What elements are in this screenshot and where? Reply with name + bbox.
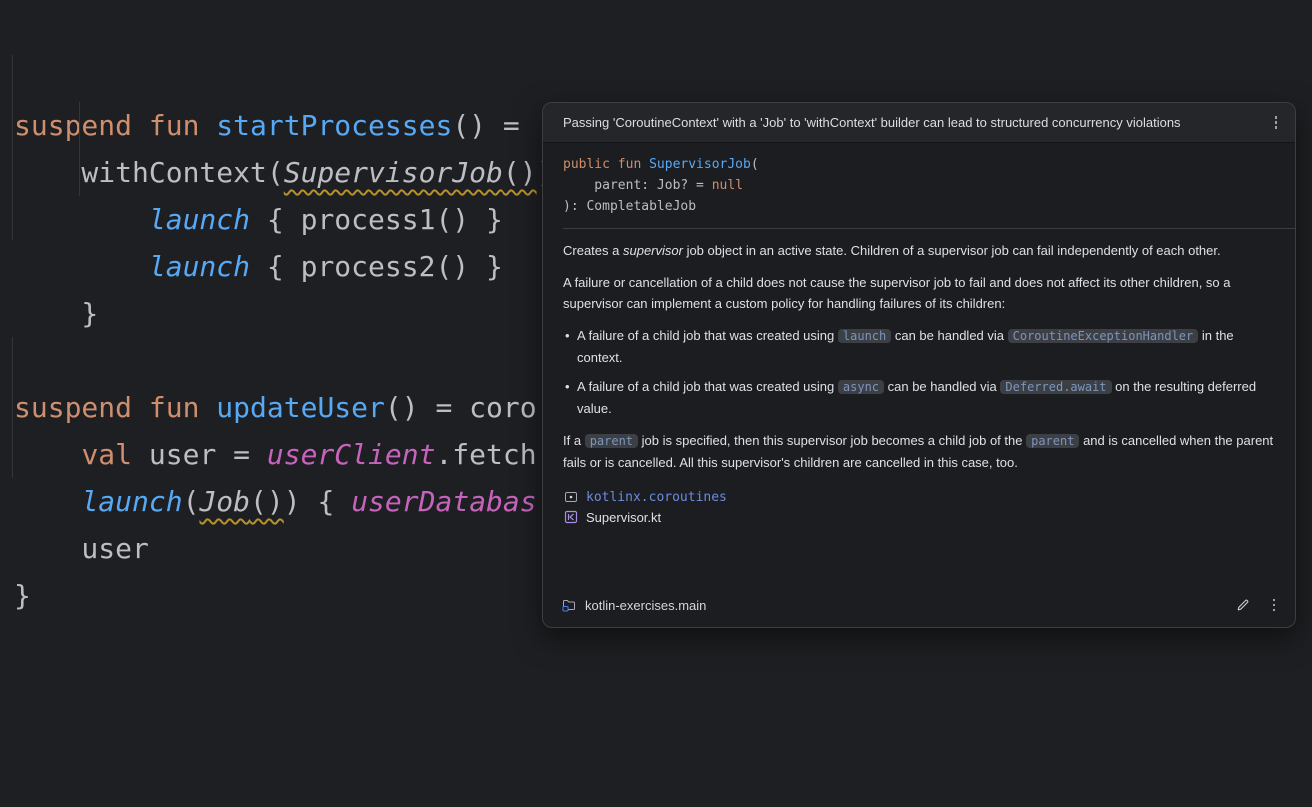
doc-links: kotlinx.coroutines Supervisor.kt: [563, 488, 1275, 526]
module-label: kotlin-exercises.main: [585, 598, 706, 613]
doc-paragraph: Creates a supervisor job object in an ac…: [563, 240, 1275, 261]
code-token: }: [14, 297, 98, 330]
code-token: suspend fun: [14, 109, 216, 142]
popup-more-options-button[interactable]: [1269, 111, 1284, 134]
indent-guide: [12, 55, 13, 240]
package-icon: [563, 489, 579, 505]
doc-paragraph: If a parent job is specified, then this …: [563, 430, 1275, 473]
code-token: user: [14, 532, 149, 565]
code-token: suspend fun: [14, 391, 216, 424]
inline-code-chip[interactable]: Deferred.await: [1000, 380, 1111, 394]
inline-code-chip[interactable]: async: [838, 380, 884, 394]
code-token: [14, 438, 81, 471]
code-token: .fetch: [435, 438, 536, 471]
module-info: kotlin-exercises.main: [561, 597, 706, 613]
signature-separator: [563, 228, 1295, 229]
code-line: parent: Job? = null: [563, 175, 1275, 196]
code-token: userClient: [267, 438, 436, 471]
module-icon: [561, 597, 577, 613]
code-token: SupervisorJob: [649, 157, 751, 172]
package-link[interactable]: kotlinx.coroutines: [586, 487, 727, 508]
code-token: (: [751, 157, 759, 172]
code-token: () = coro: [385, 391, 537, 424]
popup-title: Passing 'CoroutineContext' with a 'Job' …: [563, 115, 1181, 130]
code-token: launch: [149, 203, 250, 236]
footer-actions: [1233, 594, 1282, 617]
code-token: [14, 485, 81, 518]
popup-header: Passing 'CoroutineContext' with a 'Job' …: [543, 103, 1295, 143]
code-token: val: [81, 438, 132, 471]
footer-more-options-button[interactable]: [1267, 594, 1282, 617]
package-link-row: kotlinx.coroutines: [563, 488, 1275, 506]
code-token: null: [712, 178, 743, 193]
code-token: { process2() }: [250, 250, 503, 283]
code-token: launch: [149, 250, 250, 283]
code-token: Job: [199, 485, 250, 518]
kotlin-file-icon: [563, 509, 579, 525]
inline-code-chip[interactable]: parent: [585, 434, 638, 448]
code-token: (: [183, 485, 200, 518]
doc-paragraph: A failure or cancellation of a child doe…: [563, 272, 1275, 314]
code-token: updateUser: [216, 391, 385, 424]
popup-footer: kotlin-exercises.main: [543, 583, 1295, 627]
doc-bullet-item: A failure of a child job that was create…: [565, 325, 1275, 368]
inline-code-chip[interactable]: parent: [1026, 434, 1079, 448]
edit-pencil-icon[interactable]: [1233, 595, 1253, 615]
file-link-row: Supervisor.kt: [563, 508, 1275, 526]
code-token: }: [14, 579, 31, 612]
code-line: ): CompletableJob: [563, 196, 1275, 217]
indent-guide: [79, 102, 80, 196]
code-token: user =: [132, 438, 267, 471]
code-token: (): [250, 485, 284, 518]
doc-bullet-item: A failure of a child job that was create…: [565, 376, 1275, 419]
emphasized-text: supervisor: [623, 243, 683, 258]
source-file-link[interactable]: Supervisor.kt: [586, 507, 661, 528]
popup-body: public fun SupervisorJob( parent: Job? =…: [543, 143, 1295, 526]
signature-code: public fun SupervisorJob( parent: Job? =…: [563, 154, 1275, 217]
code-token: startProcesses: [216, 109, 452, 142]
code-token: launch: [81, 485, 182, 518]
code-token: [14, 203, 149, 236]
code-token: (): [503, 156, 537, 189]
doc-bullet-list: A failure of a child job that was create…: [563, 325, 1275, 419]
documentation-popup: Passing 'CoroutineContext' with a 'Job' …: [542, 102, 1296, 628]
code-line: public fun SupervisorJob(: [563, 154, 1275, 175]
code-token: public fun: [563, 157, 649, 172]
inline-code-chip[interactable]: CoroutineExceptionHandler: [1008, 329, 1199, 343]
code-token: [14, 250, 149, 283]
indent-guide: [12, 337, 13, 478]
code-token: parent: Job? =: [563, 178, 712, 193]
code-token: { process1() }: [250, 203, 503, 236]
code-token: withContext(: [14, 156, 284, 189]
code-token: ) {: [284, 485, 351, 518]
code-token: userDatabas: [351, 485, 536, 518]
code-token: SupervisorJob: [284, 156, 503, 189]
code-token: ): CompletableJob: [563, 199, 696, 214]
code-token: () =: [452, 109, 519, 142]
inline-code-chip[interactable]: launch: [838, 329, 891, 343]
